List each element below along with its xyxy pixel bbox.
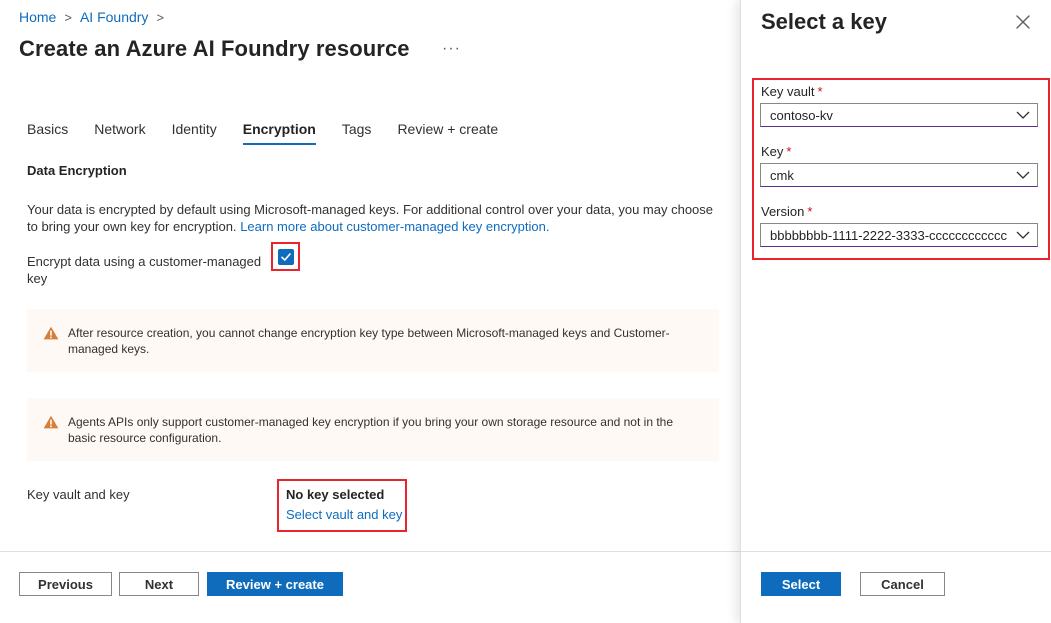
version-label-text: Version bbox=[761, 204, 805, 219]
warning-banner-agents: Agents APIs only support customer-manage… bbox=[27, 398, 719, 461]
previous-button[interactable]: Previous bbox=[19, 572, 112, 596]
key-vault-label-text: Key vault bbox=[761, 84, 815, 99]
key-vault-label: Key vault * bbox=[761, 84, 823, 99]
breadcrumb: Home > AI Foundry > bbox=[19, 9, 172, 25]
tab-tags[interactable]: Tags bbox=[342, 121, 372, 145]
select-button[interactable]: Select bbox=[761, 572, 841, 596]
key-label-text: Key bbox=[761, 144, 784, 159]
breadcrumb-ai-foundry[interactable]: AI Foundry bbox=[80, 9, 148, 25]
tab-encryption[interactable]: Encryption bbox=[242, 121, 316, 145]
review-create-button[interactable]: Review + create bbox=[207, 572, 343, 596]
key-value: cmk bbox=[770, 167, 794, 183]
warning-icon bbox=[43, 415, 59, 429]
footer-divider bbox=[0, 551, 740, 552]
checkbox-label: Encrypt data using a customer-managed ke… bbox=[27, 254, 262, 286]
warning-icon bbox=[43, 326, 59, 340]
key-vault-value: contoso-kv bbox=[770, 107, 833, 123]
tab-review-create[interactable]: Review + create bbox=[397, 121, 498, 145]
version-dropdown[interactable]: bbbbbbbb-1111-2222-3333-cccccccccccc bbox=[760, 223, 1038, 247]
chevron-down-icon bbox=[1009, 231, 1037, 239]
required-mark: * bbox=[817, 84, 823, 99]
key-label: Key * bbox=[761, 144, 791, 159]
more-icon[interactable]: ··· bbox=[442, 40, 461, 58]
panel-footer-divider bbox=[741, 551, 1051, 552]
page-title: Create an Azure AI Foundry resource bbox=[19, 36, 410, 61]
warning-text: After resource creation, you cannot chan… bbox=[68, 326, 670, 356]
no-key-selected-text: No key selected bbox=[286, 487, 385, 502]
key-vault-dropdown[interactable]: contoso-kv bbox=[760, 103, 1038, 127]
check-icon bbox=[281, 253, 291, 261]
version-value: bbbbbbbb-1111-2222-3333-cccccccccccc bbox=[770, 227, 1008, 243]
tab-basics[interactable]: Basics bbox=[27, 121, 68, 145]
key-dropdown[interactable]: cmk bbox=[760, 163, 1038, 187]
required-mark: * bbox=[807, 204, 813, 219]
cancel-button[interactable]: Cancel bbox=[860, 572, 945, 596]
tab-bar: Basics Network Identity Encryption Tags … bbox=[27, 121, 524, 145]
next-button[interactable]: Next bbox=[119, 572, 199, 596]
warning-text: Agents APIs only support customer-manage… bbox=[68, 415, 674, 445]
version-label: Version * bbox=[761, 204, 812, 219]
chevron-right-icon: > bbox=[64, 9, 72, 25]
select-vault-key-link[interactable]: Select vault and key bbox=[286, 507, 402, 522]
create-resource-page: Home > AI Foundry > Create an Azure AI F… bbox=[0, 0, 740, 623]
tab-identity[interactable]: Identity bbox=[172, 121, 217, 145]
encryption-description: Your data is encrypted by default using … bbox=[27, 201, 727, 235]
key-vault-key-label: Key vault and key bbox=[27, 487, 130, 502]
required-mark: * bbox=[786, 144, 792, 159]
warning-banner-key-type: After resource creation, you cannot chan… bbox=[27, 309, 719, 372]
close-icon[interactable] bbox=[1015, 14, 1031, 30]
select-key-panel: Select a key Key vault * contoso-kv Key * … bbox=[740, 0, 1051, 623]
chevron-right-icon: > bbox=[156, 9, 165, 25]
breadcrumb-home[interactable]: Home bbox=[19, 9, 56, 25]
learn-more-link[interactable]: Learn more about customer-managed key en… bbox=[240, 219, 549, 234]
customer-managed-key-checkbox[interactable] bbox=[278, 249, 294, 265]
chevron-down-icon bbox=[1009, 171, 1037, 179]
chevron-down-icon bbox=[1009, 111, 1037, 119]
section-title: Data Encryption bbox=[27, 163, 127, 178]
tab-network[interactable]: Network bbox=[94, 121, 145, 145]
panel-title: Select a key bbox=[761, 9, 887, 34]
